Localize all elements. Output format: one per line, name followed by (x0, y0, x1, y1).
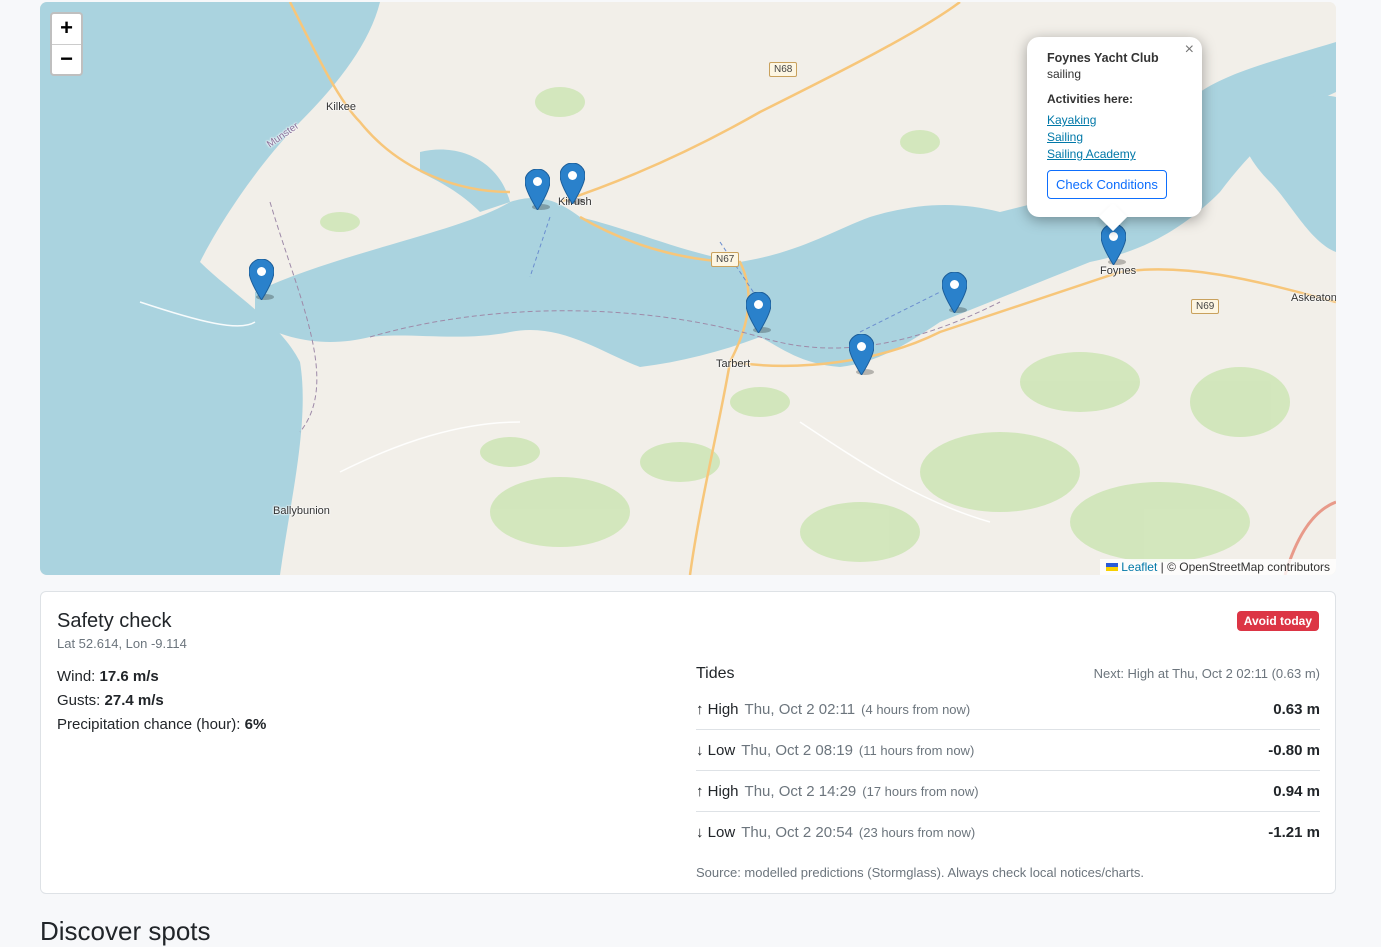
safety-coords: Lat 52.614, Lon -9.114 (57, 636, 187, 651)
road-label-n67: N67 (711, 252, 740, 267)
zoom-control: + − (50, 12, 83, 76)
discover-title: Discover spots (40, 916, 211, 946)
activity-link-kayaking[interactable]: Kayaking (1047, 112, 1182, 129)
map-marker-icon[interactable] (745, 291, 772, 334)
tide-height: 0.63 m (1273, 700, 1320, 718)
map-attribution: Leaflet | © OpenStreetMap contributors (1100, 559, 1336, 575)
map-marker-icon[interactable] (524, 168, 551, 211)
gusts-value: 27.4 m/s (104, 692, 164, 709)
popup-activities-title: Activities here: (1047, 92, 1134, 106)
zoom-out-button[interactable]: − (52, 44, 81, 74)
tide-row: ↓ Low Thu, Oct 2 20:54 (23 hours from now)… (696, 824, 1320, 841)
place-label-foynes: Foynes (1100, 265, 1137, 277)
tides-title: Tides (696, 665, 735, 682)
precip-metric: Precipitation chance (hour): 6% (57, 716, 267, 733)
road-label-n68: N68 (769, 62, 798, 77)
tide-height: -0.80 m (1268, 741, 1320, 759)
tide-height: 0.94 m (1273, 782, 1320, 800)
wind-metric: Wind: 17.6 m/s (57, 668, 159, 685)
tide-height: -1.21 m (1268, 824, 1320, 841)
map-marker-icon[interactable] (559, 162, 586, 205)
zoom-in-button[interactable]: + (52, 14, 81, 44)
next-tide: Next: High at Thu, Oct 2 02:11 (0.63 m) (1093, 666, 1320, 681)
wind-value: 17.6 m/s (99, 668, 159, 685)
place-label-kilkee: Kilkee (326, 101, 356, 113)
leaflet-link[interactable]: Leaflet (1121, 560, 1157, 574)
popup-close-button[interactable]: × (1185, 41, 1194, 59)
flag-icon (1106, 563, 1119, 571)
attribution-text: | © OpenStreetMap contributors (1157, 560, 1330, 574)
safety-title: Safety check (57, 610, 172, 632)
status-badge: Avoid today (1236, 611, 1319, 631)
precip-value: 6% (244, 716, 267, 733)
tides-panel: Tides Next: High at Thu, Oct 2 02:11 (0.… (696, 665, 1320, 880)
place-label-askeaton: Askeaton (1291, 292, 1336, 304)
map[interactable]: Kilkee Kilrush Foynes Askeaton Tarbert B… (40, 2, 1336, 575)
safety-card: Safety check Lat 52.614, Lon -9.114 Avoi… (40, 591, 1336, 894)
map-marker-icon[interactable] (248, 258, 275, 301)
tide-row: ↓ Low Thu, Oct 2 08:19 (11 hours from now)… (696, 730, 1320, 771)
weather-metrics: Wind: 17.6 m/s Gusts: 27.4 m/s Precipita… (57, 665, 266, 737)
popup-spot-type: sailing (1047, 67, 1082, 81)
tides-source: Source: modelled predictions (Stormglass… (696, 865, 1144, 880)
activity-link-sailing-academy[interactable]: Sailing Academy (1047, 146, 1182, 163)
check-conditions-button[interactable]: Check Conditions (1047, 170, 1167, 199)
popup-spot-name: Foynes Yacht Club (1047, 51, 1159, 65)
map-marker-icon[interactable] (941, 271, 968, 314)
tide-row: ↑ High Thu, Oct 2 14:29 (17 hours from now… (696, 771, 1320, 812)
activity-link-sailing[interactable]: Sailing (1047, 129, 1182, 146)
tide-row: ↑ High Thu, Oct 2 02:11 (4 hours from now)… (696, 689, 1320, 730)
place-label-ballybunion: Ballybunion (273, 505, 330, 517)
map-popup: × Foynes Yacht Club sailing Activities h… (1027, 37, 1202, 232)
map-marker-icon[interactable] (848, 333, 875, 376)
road-label-n69: N69 (1191, 299, 1220, 314)
gusts-metric: Gusts: 27.4 m/s (57, 692, 164, 709)
place-label-tarbert: Tarbert (716, 358, 751, 370)
